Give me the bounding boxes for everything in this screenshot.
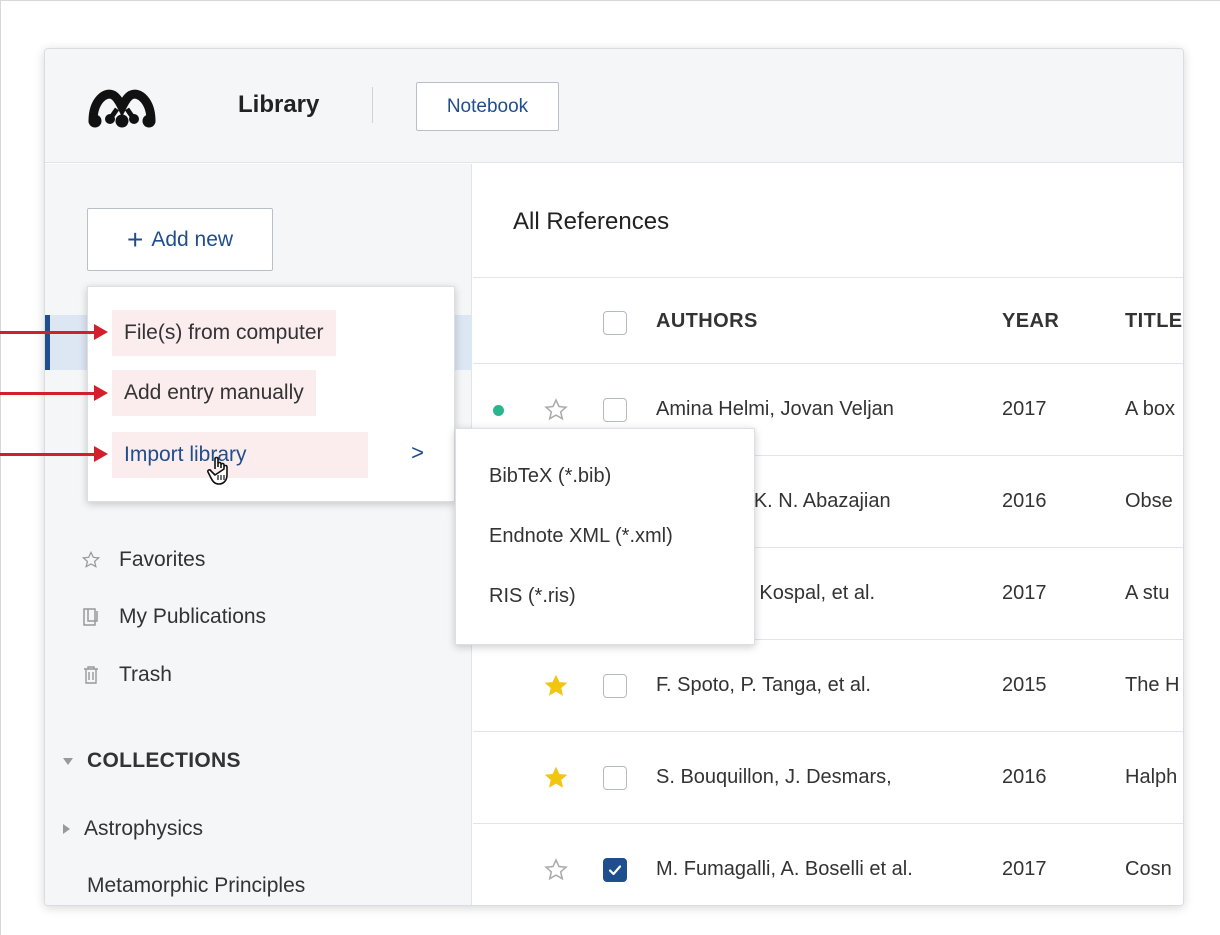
collections-header[interactable]: COLLECTIONS [63, 749, 241, 773]
star-outline-icon[interactable] [543, 857, 569, 883]
plus-icon: + [126, 223, 144, 255]
table-row[interactable]: M. Fumagalli, A. Boselli et al. 2017 Cosn [473, 824, 1183, 905]
collection-label: Astrophysics [84, 817, 204, 840]
menu-item-files-from-computer[interactable]: File(s) from computer [112, 310, 336, 356]
annotation-arrow-head [94, 446, 108, 462]
document-icon [81, 607, 101, 627]
title-cell: Obse [1125, 490, 1173, 512]
star-filled-icon[interactable] [543, 673, 569, 699]
submenu-item-endnote-xml[interactable]: Endnote XML (*.xml) [489, 525, 673, 548]
submenu-item-bibtex[interactable]: BibTeX (*.bib) [489, 465, 611, 488]
title-cell: Cosn [1125, 858, 1172, 880]
authors-cell: F. Spoto, P. Tanga, et al. [656, 674, 871, 696]
column-header-authors[interactable]: AUTHORS [656, 310, 758, 333]
title-cell: The H [1125, 674, 1180, 696]
submenu-item-ris[interactable]: RIS (*.ris) [489, 585, 576, 608]
sidebar: + Add new Favorites My Publications Tras… [45, 164, 472, 905]
caret-right-icon [63, 824, 70, 834]
sidebar-item-favorites[interactable]: Favorites [81, 548, 205, 572]
column-header-year[interactable]: YEAR [1002, 310, 1059, 333]
authors-cell: S. Bouquillon, J. Desmars, [656, 766, 892, 788]
hand-cursor-icon [207, 456, 228, 485]
add-new-label: Add new [151, 227, 234, 251]
page-title: All References [513, 208, 670, 235]
year-cell: 2017 [1002, 858, 1047, 880]
row-checkbox[interactable] [603, 674, 627, 698]
trash-icon [81, 665, 101, 685]
import-library-submenu: BibTeX (*.bib) Endnote XML (*.xml) RIS (… [455, 428, 755, 645]
table-row[interactable]: S. Bouquillon, J. Desmars, 2016 Halph [473, 732, 1183, 824]
row-checkbox[interactable] [603, 858, 627, 882]
collection-label: Metamorphic Principles [87, 874, 306, 897]
sidebar-item-label: My Publications [119, 605, 267, 628]
year-cell: 2017 [1002, 398, 1047, 420]
table-header: AUTHORS YEAR TITLE [473, 278, 1183, 364]
table-row[interactable]: F. Spoto, P. Tanga, et al. 2015 The H [473, 640, 1183, 732]
title-cell: A stu [1125, 582, 1170, 604]
annotation-arrow-head [94, 385, 108, 401]
library-title: Library [238, 91, 320, 118]
star-outline-icon[interactable] [543, 397, 569, 423]
annotation-arrow [0, 453, 96, 456]
year-cell: 2015 [1002, 674, 1047, 696]
collection-item-metamorphic-principles[interactable]: Metamorphic Principles [87, 874, 305, 898]
sidebar-item-my-publications[interactable]: My Publications [81, 605, 266, 629]
menu-item-add-entry-manually[interactable]: Add entry manually [112, 370, 316, 416]
row-checkbox[interactable] [603, 766, 627, 790]
row-checkbox[interactable] [603, 398, 627, 422]
checkmark-icon [608, 865, 622, 876]
sidebar-item-label: Trash [119, 663, 172, 686]
authors-cell: M. Fumagalli, A. Boselli et al. [656, 858, 913, 880]
caret-down-icon [63, 757, 73, 765]
title-cell: Halph [1125, 766, 1178, 788]
sidebar-item-trash[interactable]: Trash [81, 663, 172, 687]
authors-cell: Amina Helmi, Jovan Veljan [656, 398, 894, 420]
select-all-checkbox[interactable] [603, 311, 627, 335]
column-header-title[interactable]: TITLE [1125, 310, 1183, 333]
year-cell: 2016 [1002, 490, 1047, 512]
year-cell: 2017 [1002, 582, 1047, 604]
annotation-arrow-head [94, 324, 108, 340]
year-cell: 2016 [1002, 766, 1047, 788]
mendeley-logo-icon[interactable] [87, 83, 157, 129]
top-bar: Library Notebook [45, 49, 1183, 163]
annotation-arrow [0, 392, 96, 395]
star-filled-icon[interactable] [543, 765, 569, 791]
sidebar-item-label: Favorites [119, 548, 206, 571]
title-divider [372, 87, 373, 123]
title-cell: A box [1125, 398, 1176, 420]
star-outline-icon [81, 550, 101, 570]
menu-item-import-library[interactable]: Import library [112, 432, 368, 478]
notebook-button[interactable]: Notebook [416, 82, 559, 131]
add-new-dropdown-menu: File(s) from computer Add entry manually… [87, 286, 455, 502]
add-new-button[interactable]: + Add new [87, 208, 273, 271]
annotation-arrow [0, 331, 96, 334]
chevron-right-icon: > [411, 440, 424, 465]
collection-item-astrophysics[interactable]: Astrophysics [63, 817, 203, 841]
collections-header-label: COLLECTIONS [87, 749, 241, 772]
unread-indicator [493, 405, 504, 416]
